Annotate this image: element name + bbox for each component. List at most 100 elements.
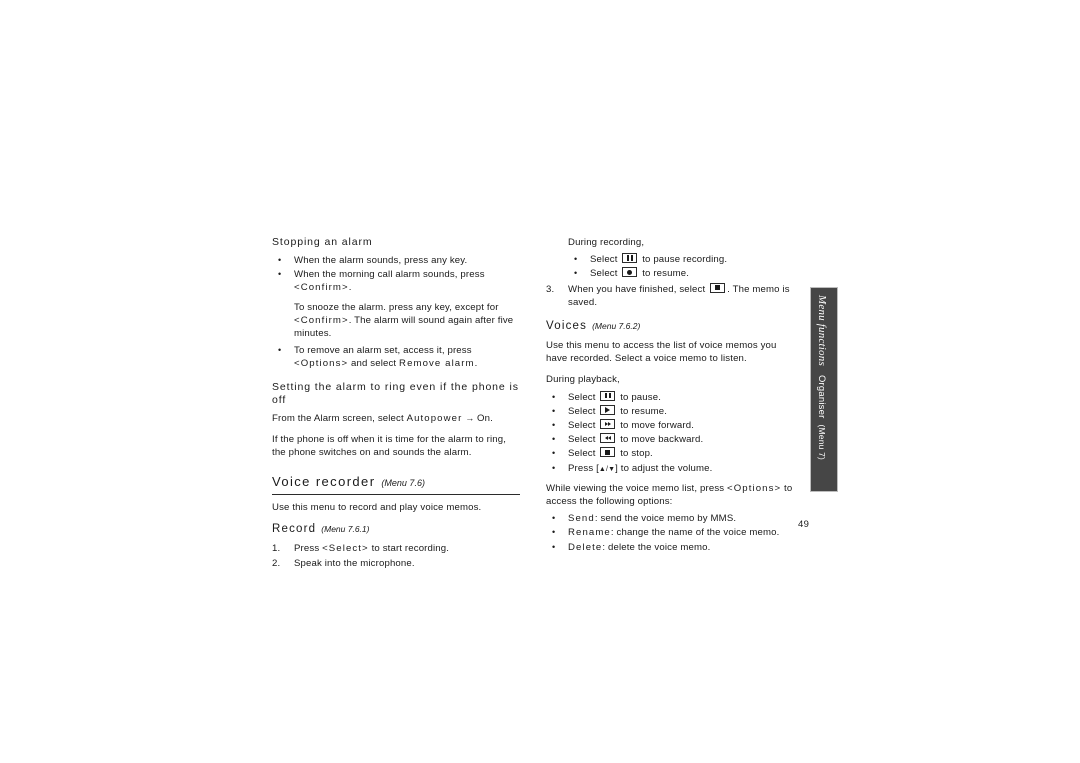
autopower-text-after: On. xyxy=(474,412,493,424)
list-item-text-after: to move forward. xyxy=(617,420,695,432)
option-description: : change the name of the voice memo. xyxy=(610,527,780,539)
record-step-3-list: 3. When you have finished, select . The … xyxy=(546,282,794,309)
left-column: Stopping an alarm • When the alarm sound… xyxy=(272,236,520,576)
arrow-right-icon: → xyxy=(465,412,475,423)
options-intro-before: While viewing the voice memo list, press xyxy=(546,482,728,494)
voice-recorder-intro: Use this menu to record and play voice m… xyxy=(272,502,482,514)
option-description: : delete the voice memo. xyxy=(602,541,711,553)
list-item: • Rename: change the name of the voice m… xyxy=(546,526,794,539)
list-item-text-after: to pause recording. xyxy=(639,254,728,266)
step-text: Speak into the microphone. xyxy=(294,557,415,569)
list-item: • Select to resume. xyxy=(546,404,794,418)
stop-icon xyxy=(600,447,616,458)
key-label-options: <Options> xyxy=(727,482,782,494)
autopower-heading: Setting the alarm to ring even if the ph… xyxy=(272,380,519,406)
option-label-send: Send xyxy=(568,513,595,525)
record-heading: Record (Menu 7.6.1) xyxy=(272,522,520,537)
list-item: • Select to pause. xyxy=(546,390,794,404)
list-item: 1. Press <Select> to start recording. xyxy=(272,542,520,555)
bullet-marker: • xyxy=(552,420,556,431)
key-label-confirm: <Confirm> xyxy=(294,314,349,326)
bullet-marker: • xyxy=(552,513,556,524)
list-item: 2. Speak into the microphone. xyxy=(272,557,520,570)
list-item: • Send: send the voice memo by MMS. xyxy=(546,512,794,525)
bullet-marker: • xyxy=(552,448,556,459)
list-item-text-before: Select xyxy=(590,268,621,280)
side-tab-content: Menu functions Organiser (Menu 7) xyxy=(808,288,836,493)
list-item-text-after: . xyxy=(474,358,478,370)
list-item: • Select to pause recording. xyxy=(568,253,794,266)
playback-bullet-list: • Select to pause. • Select to resume. •… xyxy=(546,390,794,476)
list-item: • Select to resume. xyxy=(568,267,794,280)
list-item: • When the alarm sounds, press any key. xyxy=(272,254,520,267)
list-item-text-before: Select xyxy=(568,448,599,460)
side-tab-menu-ref: (Menu 7) xyxy=(817,424,827,461)
pause-icon xyxy=(600,390,616,401)
list-item-text: When the alarm sounds, press any key. xyxy=(294,255,468,266)
step-text-before: Press xyxy=(294,543,323,555)
list-item: 3. When you have finished, select . The … xyxy=(546,282,794,309)
record-title: Record xyxy=(272,523,317,536)
list-item: • Select to stop. xyxy=(546,447,794,460)
list-item-text-after: to resume. xyxy=(617,405,668,417)
stopping-alarm-bullet-list: • When the alarm sounds, press any key. … xyxy=(272,254,520,295)
list-item: • Select to move backward. xyxy=(546,433,794,446)
up-down-arrow-icon: ▲/▼ xyxy=(598,465,616,473)
record-menu-ref: (Menu 7.6.1) xyxy=(321,524,370,535)
record-icon xyxy=(622,267,638,278)
option-label-delete: Delete xyxy=(568,541,603,553)
step-text-after: to start recording. xyxy=(368,543,450,555)
key-label-options: <Options> xyxy=(294,358,349,370)
list-item-text: When the morning call alarm sounds, pres… xyxy=(294,269,485,281)
list-item: • Press [▲/▼] to adjust the volume. xyxy=(546,462,794,476)
during-playback-lead: During playback, xyxy=(546,374,620,386)
voices-heading: Voices (Menu 7.6.2) xyxy=(546,319,794,334)
option-description: : send the voice memo by MMS. xyxy=(594,513,737,525)
list-item-text-after: . xyxy=(348,282,352,294)
snooze-note-line1: To snooze the alarm. press any key, exce… xyxy=(294,301,499,313)
pause-icon xyxy=(622,253,638,264)
during-recording-lead: During recording, xyxy=(568,237,645,248)
play-icon xyxy=(600,404,616,415)
step-text-before: When you have finished, select xyxy=(568,283,709,295)
bullet-marker: • xyxy=(552,434,556,445)
list-item: • To remove an alarm set, access it, pre… xyxy=(272,344,520,370)
bullet-marker: • xyxy=(552,405,556,416)
bullet-marker: • xyxy=(574,268,578,279)
menu-label-autopower: Autopower xyxy=(406,412,463,424)
list-item-text-after: to pause. xyxy=(617,391,662,403)
list-item-text-before: Select xyxy=(568,391,599,403)
list-item-text-before: Select xyxy=(568,434,599,446)
section-divider xyxy=(272,494,520,496)
record-step-list: 1. Press <Select> to start recording. 2.… xyxy=(272,542,520,569)
voice-recorder-menu-ref: (Menu 7.6) xyxy=(381,478,425,489)
step-number: 1. xyxy=(272,543,281,555)
bullet-marker: • xyxy=(552,462,556,473)
step-number: 3. xyxy=(546,283,555,295)
menu-label-remove-alarm: Remove alarm xyxy=(399,358,475,370)
bullet-marker: • xyxy=(574,254,578,265)
rewind-icon xyxy=(600,433,616,444)
list-item: • Delete: delete the voice memo. xyxy=(546,541,794,554)
side-tab-organiser: Menu functions Organiser (Menu 7) xyxy=(810,287,838,492)
stopping-alarm-heading: Stopping an alarm xyxy=(272,236,373,248)
voice-recorder-heading: Voice recorder (Menu 7.6) xyxy=(272,473,520,492)
list-item-text-after: to resume. xyxy=(639,268,690,280)
page-number: 49 xyxy=(798,519,810,530)
right-column: During recording, • Select to pause reco… xyxy=(546,236,794,560)
list-item-text-after: to stop. xyxy=(617,448,653,460)
list-item-text: To remove an alarm set, access it, press xyxy=(294,345,472,357)
list-item-text-after: ] to adjust the volume. xyxy=(615,462,713,474)
list-item-text-before: Select xyxy=(568,420,599,432)
voice-recorder-title: Voice recorder xyxy=(272,474,376,490)
list-item-text-before: Select xyxy=(590,254,621,266)
bullet-marker: • xyxy=(278,269,282,280)
forward-icon xyxy=(600,419,616,430)
remove-alarm-bullet-list: • To remove an alarm set, access it, pre… xyxy=(272,344,520,370)
autopower-paragraph-2: If the phone is off when it is time for … xyxy=(272,433,507,459)
stop-icon xyxy=(710,282,726,293)
list-item-text-after: to move backward. xyxy=(617,434,704,446)
autopower-text-before: From the Alarm screen, select xyxy=(272,412,407,424)
autopower-paragraph-1: From the Alarm screen, select Autopower … xyxy=(272,412,520,425)
bullet-marker: • xyxy=(552,527,556,538)
